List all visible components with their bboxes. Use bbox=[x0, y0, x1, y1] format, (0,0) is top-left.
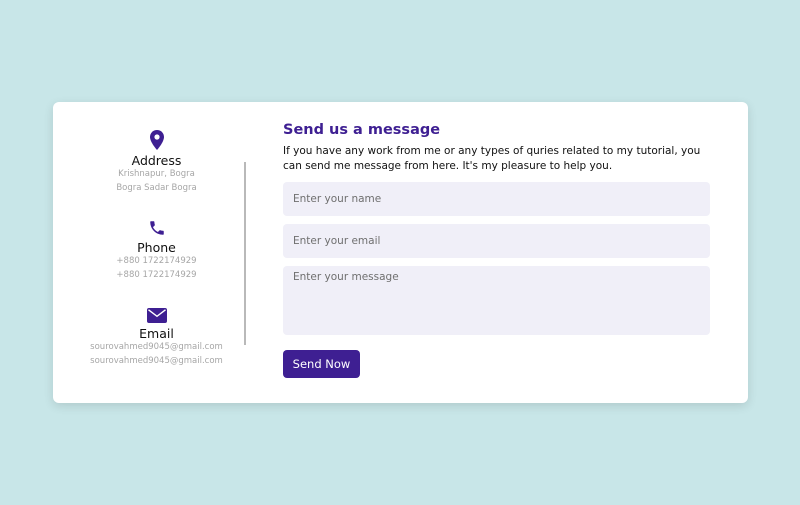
name-input[interactable]: Enter your name bbox=[283, 182, 710, 216]
email-line-1: sourovahmed9045@gmail.com bbox=[90, 342, 223, 352]
phone-line-1: +880 1722174929 bbox=[116, 256, 197, 266]
email-block: Email sourovahmed9045@gmail.com sourovah… bbox=[53, 308, 260, 368]
address-line-1: Krishnapur, Bogra bbox=[118, 169, 195, 179]
email-input[interactable]: Enter your email bbox=[283, 224, 710, 258]
phone-block: Phone +880 1722174929 +880 1722174929 bbox=[53, 219, 260, 282]
map-marker-icon bbox=[149, 130, 164, 150]
address-heading: Address bbox=[131, 153, 182, 168]
contact-info-panel: Address Krishnapur, Bogra Bogra Sadar Bo… bbox=[53, 102, 260, 403]
phone-line-2: +880 1722174929 bbox=[116, 269, 197, 280]
message-textarea[interactable]: Enter your message bbox=[283, 266, 710, 335]
form-title: Send us a message bbox=[283, 122, 441, 138]
email-heading: Email bbox=[139, 326, 174, 341]
address-line-2: Bogra Sadar Bogra bbox=[116, 182, 197, 193]
address-block: Address Krishnapur, Bogra Bogra Sadar Bo… bbox=[53, 130, 260, 195]
contact-card: Address Krishnapur, Bogra Bogra Sadar Bo… bbox=[53, 102, 748, 403]
send-now-button[interactable]: Send Now bbox=[283, 350, 360, 378]
email-line-2: sourovahmed9045@gmail.com bbox=[90, 355, 223, 366]
phone-heading: Phone bbox=[137, 240, 176, 255]
phone-icon bbox=[149, 221, 164, 235]
vertical-divider bbox=[244, 162, 246, 345]
envelope-icon bbox=[146, 308, 167, 323]
form-description: If you have any work from me or any type… bbox=[283, 145, 701, 172]
